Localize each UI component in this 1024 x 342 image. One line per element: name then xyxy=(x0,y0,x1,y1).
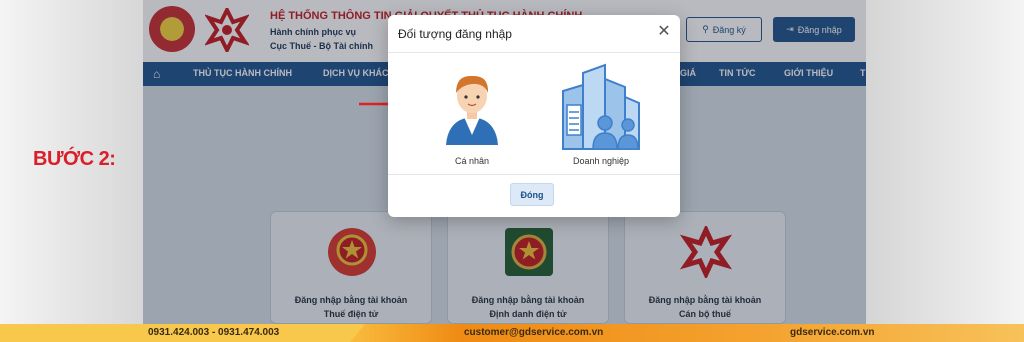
building-icon xyxy=(562,63,640,150)
login-type-modal: Đối tượng đăng nhập ✕ Cá nhân Doanh nghi… xyxy=(388,15,680,217)
step-label: BƯỚC 2: xyxy=(33,148,116,170)
right-panel xyxy=(866,0,1024,324)
modal-title: Đối tượng đăng nhập xyxy=(398,27,512,41)
option-business-label: Doanh nghiệp xyxy=(572,156,630,166)
close-icon[interactable]: ✕ xyxy=(656,24,672,40)
option-individual-label: Cá nhân xyxy=(454,156,490,166)
modal-divider xyxy=(388,52,680,53)
option-individual[interactable]: Cá nhân xyxy=(426,63,518,173)
footer-email[interactable]: customer@gdservice.com.vn xyxy=(464,327,603,338)
footer-phones: 0931.424.003 - 0931.474.003 xyxy=(148,327,280,338)
modal-footer-divider xyxy=(388,174,680,175)
tutorial-banner: BƯỚC 2: HỆ THỐNG THÔNG TIN GIẢI QUYẾT TH… xyxy=(0,0,1024,342)
website-screenshot: HỆ THỐNG THÔNG TIN GIẢI QUYẾT THỦ TỤC HÀ… xyxy=(143,0,866,324)
close-button[interactable]: Đóng xyxy=(510,183,554,206)
contact-footer: 0931.424.003 - 0931.474.003 customer@gds… xyxy=(0,324,1024,342)
footer-website[interactable]: gdservice.com.vn xyxy=(790,327,874,338)
person-icon xyxy=(446,75,498,145)
option-business[interactable]: Doanh nghiệp xyxy=(553,63,649,173)
